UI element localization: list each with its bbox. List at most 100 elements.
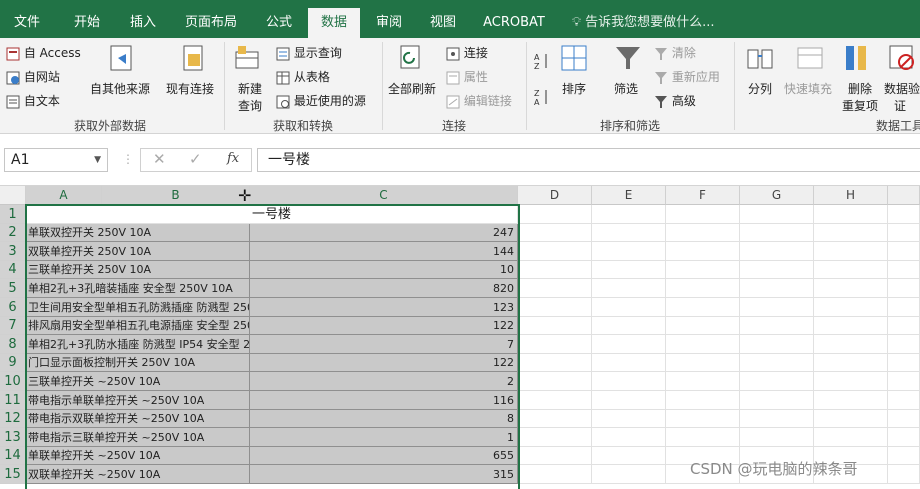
quantity-cell[interactable]: 123 xyxy=(250,298,518,317)
empty-cell[interactable] xyxy=(592,261,666,279)
empty-cell[interactable] xyxy=(740,391,814,410)
row-header[interactable]: 10 xyxy=(0,372,26,391)
from-other-sources-button[interactable]: 自其他来源 xyxy=(90,80,150,97)
item-description-cell[interactable]: 卫生间用安全型单相五孔防溅插座 防溅型 250V 10A xyxy=(26,298,250,317)
show-queries-button[interactable]: 显示查询 xyxy=(276,44,342,61)
title-cell[interactable]: 一号楼 xyxy=(26,205,518,224)
empty-cell[interactable] xyxy=(518,428,592,447)
empty-cell[interactable] xyxy=(740,298,814,317)
empty-cell[interactable] xyxy=(888,261,920,279)
quantity-cell[interactable]: 10 xyxy=(250,261,518,279)
insert-function-icon[interactable]: fx xyxy=(227,151,239,166)
empty-cell[interactable] xyxy=(888,447,920,465)
empty-cell[interactable] xyxy=(888,354,920,372)
empty-cell[interactable] xyxy=(592,354,666,372)
tab-data[interactable]: 数据 xyxy=(308,8,360,38)
cancel-icon[interactable]: ✕ xyxy=(153,150,166,168)
empty-cell[interactable] xyxy=(518,372,592,391)
empty-cell[interactable] xyxy=(740,224,814,242)
empty-cell[interactable] xyxy=(666,205,740,224)
empty-cell[interactable] xyxy=(814,335,888,354)
empty-cell[interactable] xyxy=(666,372,740,391)
empty-cell[interactable] xyxy=(518,335,592,354)
empty-cell[interactable] xyxy=(814,205,888,224)
tab-formulas[interactable]: 公式 xyxy=(256,8,302,38)
quantity-cell[interactable]: 144 xyxy=(250,242,518,261)
item-description-cell[interactable]: 单相2孔+3孔暗装插座 安全型 250V 10A xyxy=(26,279,250,298)
select-all-corner[interactable] xyxy=(0,186,26,205)
empty-cell[interactable] xyxy=(518,205,592,224)
empty-cell[interactable] xyxy=(592,465,666,484)
empty-cell[interactable] xyxy=(740,261,814,279)
empty-cell[interactable] xyxy=(740,410,814,428)
col-header-i[interactable] xyxy=(888,186,920,205)
item-description-cell[interactable]: 三联单控开关 250V 10A xyxy=(26,261,250,279)
empty-cell[interactable] xyxy=(888,465,920,484)
empty-cell[interactable] xyxy=(814,391,888,410)
connections-button[interactable]: 连接 xyxy=(446,44,488,61)
from-access-button[interactable]: 自 Access xyxy=(6,44,81,61)
quantity-cell[interactable]: 247 xyxy=(250,224,518,242)
quantity-cell[interactable]: 122 xyxy=(250,317,518,335)
existing-connections-button[interactable]: 现有连接 xyxy=(166,80,214,97)
row-header[interactable]: 6 xyxy=(0,298,26,317)
quantity-cell[interactable]: 7 xyxy=(250,335,518,354)
recent-sources-button[interactable]: 最近使用的源 xyxy=(276,92,366,109)
empty-cell[interactable] xyxy=(888,242,920,261)
empty-cell[interactable] xyxy=(592,317,666,335)
data-validation-button[interactable]: 数据验 证 xyxy=(884,80,920,114)
item-description-cell[interactable]: 双联单控开关 250V 10A xyxy=(26,242,250,261)
empty-cell[interactable] xyxy=(888,205,920,224)
empty-cell[interactable] xyxy=(518,242,592,261)
item-description-cell[interactable]: 单联双控开关 250V 10A xyxy=(26,224,250,242)
tell-me-box[interactable]: 💡︎ 告诉我您想要做什么... xyxy=(572,8,715,38)
empty-cell[interactable] xyxy=(518,261,592,279)
quantity-cell[interactable]: 1 xyxy=(250,428,518,447)
empty-cell[interactable] xyxy=(814,261,888,279)
edit-links-button[interactable]: 编辑链接 xyxy=(446,92,512,109)
empty-cell[interactable] xyxy=(888,224,920,242)
empty-cell[interactable] xyxy=(592,335,666,354)
quantity-cell[interactable]: 8 xyxy=(250,410,518,428)
empty-cell[interactable] xyxy=(592,279,666,298)
row-header[interactable]: 9 xyxy=(0,354,26,372)
empty-cell[interactable] xyxy=(518,465,592,484)
empty-cell[interactable] xyxy=(814,242,888,261)
empty-cell[interactable] xyxy=(592,428,666,447)
empty-cell[interactable] xyxy=(592,372,666,391)
properties-button[interactable]: 属性 xyxy=(446,68,488,85)
quantity-cell[interactable]: 116 xyxy=(250,391,518,410)
item-description-cell[interactable]: 三联单控开关 ~250V 10A xyxy=(26,372,250,391)
row-header[interactable]: 15 xyxy=(0,465,26,484)
item-description-cell[interactable]: 带电指示三联单控开关 ~250V 10A xyxy=(26,428,250,447)
reapply-filter-button[interactable]: 重新应用 xyxy=(654,68,720,85)
empty-cell[interactable] xyxy=(592,242,666,261)
tab-home[interactable]: 开始 xyxy=(64,8,110,38)
flash-fill-button[interactable]: 快速填充 xyxy=(784,80,832,97)
item-description-cell[interactable]: 单相2孔+3孔防水插座 防溅型 IP54 安全型 250V 10A xyxy=(26,335,250,354)
empty-cell[interactable] xyxy=(740,205,814,224)
row-header[interactable]: 8 xyxy=(0,335,26,354)
row-header[interactable]: 5 xyxy=(0,279,26,298)
empty-cell[interactable] xyxy=(518,447,592,465)
col-header-h[interactable]: H xyxy=(814,186,888,205)
from-text-button[interactable]: 自文本 xyxy=(6,92,60,109)
empty-cell[interactable] xyxy=(888,428,920,447)
empty-cell[interactable] xyxy=(666,261,740,279)
row-header[interactable]: 12 xyxy=(0,410,26,428)
empty-cell[interactable] xyxy=(740,242,814,261)
clear-filter-button[interactable]: 清除 xyxy=(654,44,696,61)
empty-cell[interactable] xyxy=(740,279,814,298)
empty-cell[interactable] xyxy=(518,410,592,428)
empty-cell[interactable] xyxy=(666,279,740,298)
empty-cell[interactable] xyxy=(592,224,666,242)
empty-cell[interactable] xyxy=(888,410,920,428)
col-header-f[interactable]: F xyxy=(666,186,740,205)
from-table-button[interactable]: 从表格 xyxy=(276,68,330,85)
empty-cell[interactable] xyxy=(666,335,740,354)
tab-insert[interactable]: 插入 xyxy=(120,8,166,38)
quantity-cell[interactable]: 2 xyxy=(250,372,518,391)
col-header-d[interactable]: D xyxy=(518,186,592,205)
item-description-cell[interactable]: 带电指示单联单控开关 ~250V 10A xyxy=(26,391,250,410)
advanced-filter-button[interactable]: 高级 xyxy=(654,92,696,109)
